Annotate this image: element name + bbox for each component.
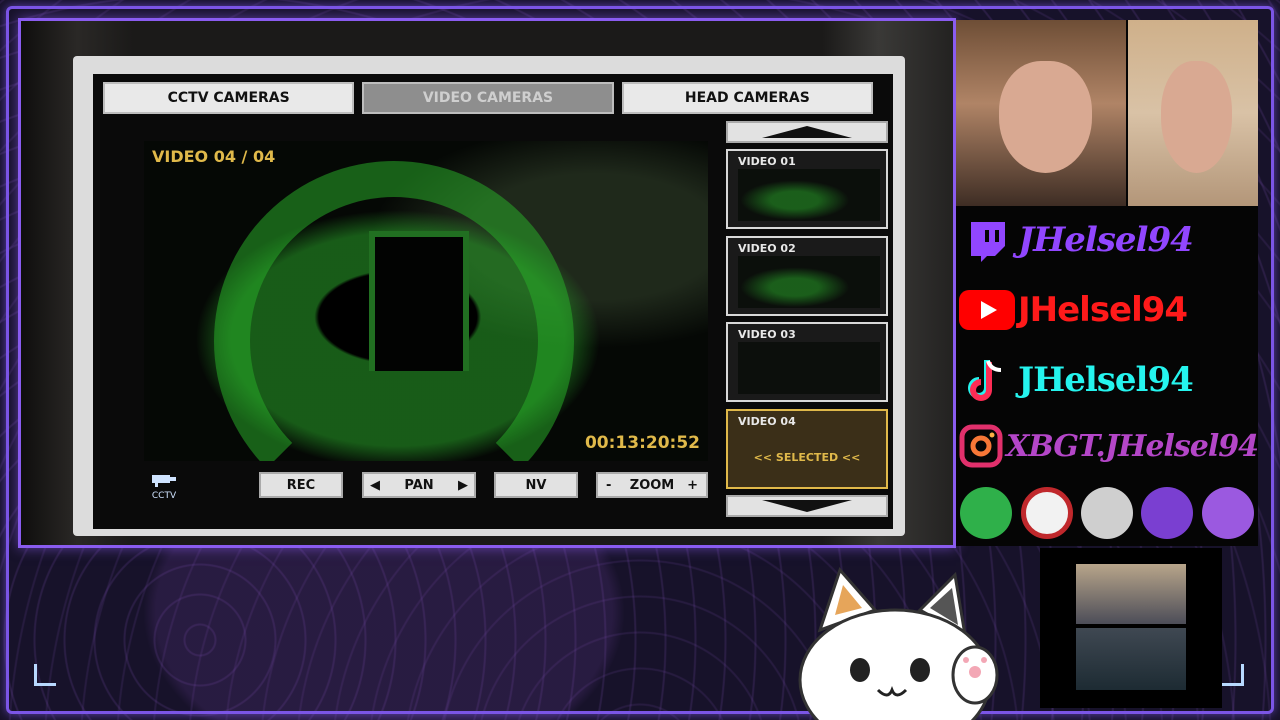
frame-corner-bottom-right bbox=[1222, 664, 1244, 686]
twitch-icon bbox=[956, 215, 1018, 265]
emote-strip bbox=[956, 482, 1258, 544]
stream-overlay: CCTV CAMERAS VIDEO CAMERAS HEAD CAMERAS … bbox=[0, 0, 1280, 720]
face bbox=[998, 60, 1092, 173]
cat-mascot bbox=[798, 567, 999, 720]
video-thumbnails: VIDEO 01 VIDEO 02 VIDEO 03 VIDEO 04 << S… bbox=[726, 121, 891, 517]
arrow-up-icon bbox=[762, 126, 852, 138]
thumbnail-video-01[interactable]: VIDEO 01 bbox=[726, 149, 888, 229]
pan-control: ◀ PAN ▶ bbox=[362, 472, 476, 498]
camera-tabs: CCTV CAMERAS VIDEO CAMERAS HEAD CAMERAS bbox=[103, 82, 873, 114]
instagram-icon bbox=[956, 421, 1006, 471]
zoom-minus-button[interactable]: - bbox=[606, 478, 611, 493]
thumbnail-preview bbox=[738, 256, 880, 308]
cctv-logo: CCTV bbox=[146, 472, 182, 502]
zoom-plus-button[interactable]: + bbox=[687, 478, 698, 493]
pan-left-icon[interactable]: ◀ bbox=[370, 478, 380, 493]
thumbnail-video-03[interactable]: VIDEO 03 bbox=[726, 322, 888, 402]
streamer-photo-left bbox=[956, 20, 1126, 206]
twitch-row: JHelsel94 bbox=[956, 212, 1258, 268]
emote-fluffy-cat bbox=[1080, 487, 1133, 539]
streamer-photo-right bbox=[1128, 20, 1258, 206]
scroll-down-button[interactable] bbox=[726, 495, 888, 517]
camera-feed: VIDEO 04 / 04 00:13:20:52 bbox=[144, 141, 708, 461]
tab-video-cameras[interactable]: VIDEO CAMERAS bbox=[362, 82, 614, 114]
selected-indicator: << SELECTED << bbox=[753, 451, 861, 464]
feed-timestamp: 00:13:20:52 bbox=[584, 433, 700, 453]
webcam-top bbox=[1076, 564, 1186, 624]
webcam-bottom bbox=[1076, 628, 1186, 690]
emote-purple-cat bbox=[1141, 487, 1194, 539]
thumbnail-label: VIDEO 03 bbox=[738, 328, 796, 341]
tab-head-cameras[interactable]: HEAD CAMERAS bbox=[621, 82, 873, 114]
face bbox=[1160, 60, 1232, 173]
streamer-sidebar: JHelsel94 JHelsel94 JHelsel94 XBGT.JHels… bbox=[956, 20, 1258, 546]
game-capture: CCTV CAMERAS VIDEO CAMERAS HEAD CAMERAS … bbox=[18, 18, 956, 548]
twitch-handle: JHelsel94 bbox=[1018, 220, 1194, 260]
frame-corner-bottom-left bbox=[34, 664, 56, 686]
thumbnail-label: VIDEO 01 bbox=[738, 155, 796, 168]
emote-purple-cat-2 bbox=[1201, 487, 1254, 539]
instagram-handle: XBGT.JHelsel94 bbox=[1006, 428, 1258, 464]
zoom-label: ZOOM bbox=[629, 477, 675, 493]
arrow-down-icon bbox=[762, 500, 852, 512]
camera-controls: CCTV REC ◀ PAN ▶ NV - ZOOM + bbox=[144, 468, 708, 502]
rec-button[interactable]: REC bbox=[259, 472, 343, 498]
instagram-row: XBGT.JHelsel94 bbox=[956, 418, 1258, 474]
zoom-control: - ZOOM + bbox=[596, 472, 708, 498]
thumbnail-video-04[interactable]: VIDEO 04 << SELECTED << bbox=[726, 409, 888, 489]
nv-button[interactable]: NV bbox=[494, 472, 578, 498]
youtube-handle: JHelsel94 bbox=[1018, 290, 1188, 330]
emote-white-cat bbox=[1020, 487, 1073, 539]
emote-green-cat bbox=[960, 487, 1013, 539]
tab-cctv-cameras[interactable]: CCTV CAMERAS bbox=[103, 82, 355, 114]
tiktok-handle: JHelsel94 bbox=[1018, 360, 1194, 400]
tiktok-row: JHelsel94 bbox=[956, 352, 1258, 408]
pan-right-icon[interactable]: ▶ bbox=[458, 478, 468, 493]
thumbnail-label: VIDEO 02 bbox=[738, 242, 796, 255]
youtube-icon bbox=[956, 285, 1018, 335]
webcam-feed bbox=[1040, 548, 1222, 708]
youtube-row: JHelsel94 bbox=[956, 282, 1258, 338]
tunnel-door bbox=[369, 231, 469, 371]
thumbnail-preview bbox=[738, 169, 880, 221]
cctv-logo-text: CCTV bbox=[151, 491, 177, 501]
thumbnail-label: VIDEO 04 bbox=[738, 415, 796, 428]
tiktok-icon bbox=[956, 355, 1018, 405]
thumbnail-preview bbox=[738, 342, 880, 394]
camera-monitor: CCTV CAMERAS VIDEO CAMERAS HEAD CAMERAS … bbox=[73, 56, 905, 536]
feed-label: VIDEO 04 / 04 bbox=[152, 147, 276, 166]
thumbnail-video-02[interactable]: VIDEO 02 bbox=[726, 236, 888, 316]
pan-label: PAN bbox=[404, 477, 434, 493]
scroll-up-button[interactable] bbox=[726, 121, 888, 143]
camera-icon bbox=[152, 475, 176, 487]
